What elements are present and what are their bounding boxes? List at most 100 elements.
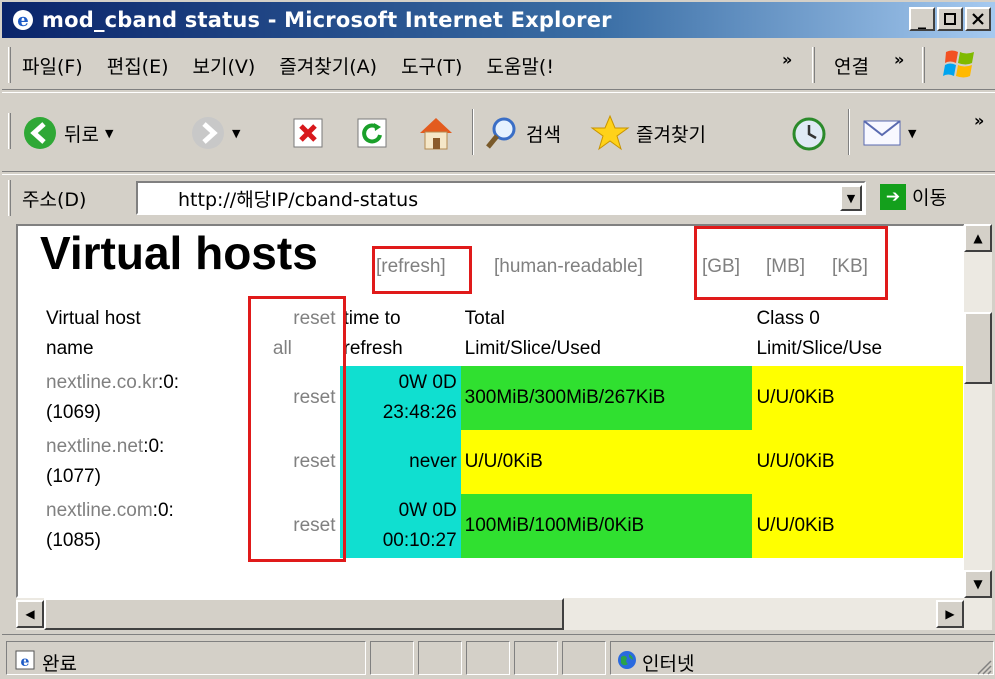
header-total: Total Limit/Slice/Used: [464, 308, 601, 359]
mail-button[interactable]: ▼: [862, 117, 916, 149]
forward-dropdown-icon[interactable]: ▼: [232, 127, 240, 140]
human-readable-link[interactable]: [human-readable]: [494, 256, 643, 278]
page-heading: Virtual hosts: [40, 227, 318, 279]
scroll-down-arrow-icon: ▼: [973, 577, 983, 591]
host-link[interactable]: nextline.com: [46, 500, 153, 521]
reset-highlight-box: [248, 296, 346, 562]
scroll-up-arrow-icon: ▲: [973, 231, 983, 245]
menu-help[interactable]: 도움말(!: [486, 52, 553, 79]
back-button[interactable]: 뒤로 ▼: [22, 115, 113, 151]
address-dropdown-icon[interactable]: ▼: [840, 185, 862, 211]
search-button[interactable]: 검색: [484, 115, 561, 151]
menu-file[interactable]: 파일(F): [22, 52, 83, 79]
close-icon: [972, 13, 984, 25]
minimize-button[interactable]: _: [909, 7, 935, 31]
menu-grip[interactable]: [8, 47, 11, 83]
total-cell: 100MiB/100MiB/0KiB: [460, 494, 753, 558]
window-title: mod_cband status - Microsoft Internet Ex…: [42, 8, 612, 32]
stop-button[interactable]: [292, 117, 324, 149]
menu-overflow-chevron-icon[interactable]: »: [782, 50, 792, 69]
favorites-label: 즐겨찾기: [636, 123, 706, 146]
menu-bar: 파일(F) 편집(E) 보기(V) 즐겨찾기(A) 도구(T) 도움말(! » …: [2, 40, 995, 90]
home-icon: [420, 118, 452, 150]
ie-window: e mod_cband status - Microsoft Internet …: [0, 0, 995, 679]
maximize-button[interactable]: [937, 7, 963, 31]
svg-text:e: e: [17, 10, 28, 31]
header-time-to-refresh: time to refresh: [343, 308, 403, 359]
toolbar-grip[interactable]: [8, 113, 11, 149]
time-to-refresh-cell: 0W 0D 00:10:27: [339, 494, 461, 558]
go-button[interactable]: ➔ 이동: [880, 183, 947, 210]
address-grip[interactable]: [8, 180, 11, 216]
star-icon: [590, 114, 630, 151]
refresh-highlight-box: [372, 246, 472, 294]
status-text: 완료: [42, 653, 77, 675]
menu-tools[interactable]: 도구(T): [401, 52, 462, 79]
toolbar-overflow-chevron-icon[interactable]: »: [974, 111, 984, 130]
close-button[interactable]: [965, 7, 991, 31]
toolbar-separator: [848, 109, 850, 155]
status-panel: [418, 641, 462, 675]
logo-separator: [922, 47, 925, 83]
address-url[interactable]: http://해당IP/cband-status: [178, 185, 418, 212]
ie-icon: e: [10, 7, 36, 33]
minimize-icon: _: [918, 9, 926, 29]
host-cell: nextline.net:0: (1077): [46, 436, 165, 487]
svg-text:e: e: [21, 654, 30, 670]
status-panel: [466, 641, 510, 675]
resize-grip-icon[interactable]: [974, 657, 992, 675]
scroll-up-button[interactable]: ▲: [964, 224, 992, 252]
links-label[interactable]: 연결: [834, 52, 869, 79]
stop-icon: [293, 118, 323, 148]
zone-text: 인터넷: [642, 653, 695, 675]
virtual-hosts-table: Virtual host name reset all time to refr…: [42, 302, 963, 558]
back-arrow-icon: [24, 117, 56, 149]
back-dropdown-icon[interactable]: ▼: [105, 127, 113, 140]
refresh-button[interactable]: [356, 117, 388, 149]
scroll-right-arrow-icon: ▶: [945, 607, 955, 621]
status-panel: [514, 641, 558, 675]
time-to-refresh-cell: 0W 0D 23:48:26: [339, 366, 461, 430]
menu-favorites[interactable]: 즐겨찾기(A): [279, 52, 377, 79]
home-button[interactable]: [416, 113, 456, 153]
host-link[interactable]: nextline.co.kr: [46, 372, 158, 393]
address-label: 주소(D): [22, 189, 87, 211]
table-row: nextline.net:0: (1077) reset never U/U/0…: [42, 430, 963, 494]
scroll-right-button[interactable]: ▶: [936, 600, 964, 628]
history-clock-icon: [792, 117, 826, 151]
links-chevron-icon[interactable]: »: [894, 50, 904, 69]
standard-toolbar: 뒤로 ▼ ▼ 검색 즐겨찾기 ▼ »: [2, 92, 995, 172]
status-panel: [562, 641, 606, 675]
header-class-0: Class 0 Limit/Slice/Use: [756, 308, 883, 359]
forward-button[interactable]: ▼: [190, 115, 240, 151]
host-cell: nextline.com:0: (1085): [46, 500, 174, 551]
total-cell: 300MiB/300MiB/267KiB: [460, 366, 753, 430]
menu-view[interactable]: 보기(V): [193, 52, 256, 79]
horizontal-scrollbar[interactable]: ◀ ▶: [16, 598, 992, 630]
forward-arrow-icon: [192, 117, 224, 149]
page-content: Virtual hosts [refresh] [human-readable]…: [16, 224, 965, 598]
menu-edit[interactable]: 편집(E): [107, 52, 169, 79]
status-bar: e 완료 인터넷: [2, 634, 995, 679]
refresh-icon: [357, 118, 387, 148]
scroll-down-button[interactable]: ▼: [964, 570, 992, 598]
history-button[interactable]: [790, 115, 828, 153]
links-grip[interactable]: [812, 47, 815, 83]
host-link[interactable]: nextline.net: [46, 436, 143, 457]
mail-icon: [863, 120, 901, 146]
horizontal-scroll-thumb[interactable]: [44, 598, 564, 630]
vertical-scroll-thumb[interactable]: [964, 312, 992, 384]
class-0-cell: U/U/0KiB: [752, 366, 963, 430]
favorites-button[interactable]: 즐겨찾기: [590, 113, 706, 153]
vertical-scrollbar[interactable]: ▲ ▼: [964, 224, 992, 598]
class-0-cell: U/U/0KiB: [752, 430, 963, 494]
host-cell: nextline.co.kr:0: (1069): [46, 372, 180, 423]
search-icon: [486, 117, 516, 149]
page-done-icon: e: [15, 650, 35, 670]
scroll-left-button[interactable]: ◀: [16, 600, 44, 628]
address-bar: 주소(D) http://해당IP/cband-status ▼ ➔ 이동: [2, 174, 995, 220]
scroll-left-arrow-icon: ◀: [25, 607, 35, 621]
address-input[interactable]: http://해당IP/cband-status ▼: [136, 181, 866, 215]
mail-dropdown-icon[interactable]: ▼: [908, 127, 916, 140]
toolbar-separator: [472, 109, 474, 155]
